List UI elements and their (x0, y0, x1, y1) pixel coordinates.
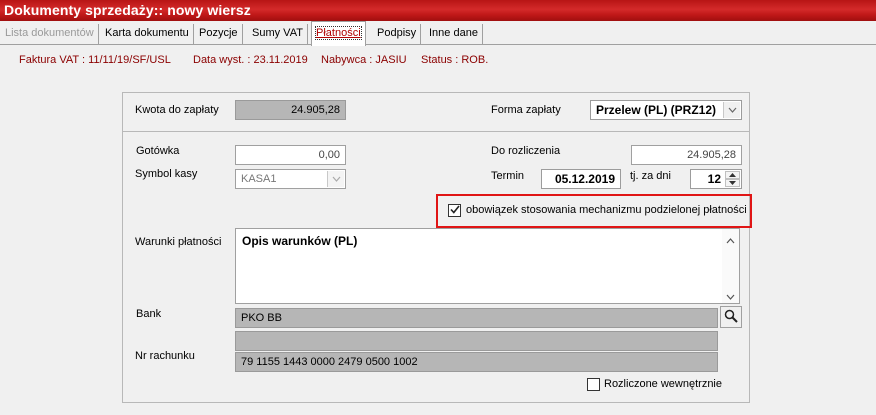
status: Status : ROB. (421, 54, 489, 66)
settle-label: Do rozliczenia (491, 145, 561, 157)
magnifier-icon (724, 309, 738, 326)
amount-field: 24.905,28 (235, 100, 346, 120)
bank-field-2 (235, 331, 718, 351)
account-field: 79 1155 1443 0000 2479 0500 1002 (235, 352, 718, 372)
payment-form-select[interactable]: Przelew (PL) (PRZ12) (590, 100, 742, 120)
checkmark-icon (449, 205, 460, 217)
terms-memo[interactable]: Opis warunków (PL) (235, 228, 740, 304)
split-payment-checkbox[interactable] (448, 204, 461, 217)
term-label: Termin (491, 170, 525, 182)
tab-pozycje[interactable]: Pozycje (195, 24, 243, 44)
cash-field[interactable]: 0,00 (235, 145, 346, 165)
account-label: Nr rachunku (135, 350, 195, 362)
payment-form-label: Forma zapłaty (491, 104, 561, 116)
tab-inne-dane[interactable]: Inne dane (425, 24, 483, 44)
tab-sumy-vat[interactable]: Sumy VAT (248, 24, 308, 44)
terms-text: Opis warunków (PL) (242, 234, 358, 248)
term-date-field[interactable]: 05.12.2019 (541, 169, 621, 189)
days-spinner[interactable]: 12 (690, 169, 742, 189)
cash-label: Gotówka (136, 145, 180, 157)
tab-platnosci[interactable]: Płatności (311, 21, 366, 46)
tab-lista-dokumentow[interactable]: Lista dokumentów (0, 24, 99, 44)
scroll-down-icon[interactable] (726, 291, 735, 303)
tab-karta-dokumentu[interactable]: Karta dokumentu (101, 24, 194, 44)
spin-down-icon[interactable] (725, 179, 740, 187)
days-label: tj. za dni (630, 170, 671, 182)
issue-date: Data wyst. : 23.11.2019 (193, 54, 308, 66)
spin-up-icon[interactable] (725, 171, 740, 179)
dropdown-arrow-icon[interactable] (327, 171, 344, 187)
panel-divider (123, 131, 749, 132)
tab-bar: Lista dokumentów Karta dokumentu Pozycje… (0, 21, 876, 46)
scroll-up-icon[interactable] (726, 235, 735, 247)
bank-search-button[interactable] (720, 306, 742, 328)
invoice-number: Faktura VAT : 11/11/19/SF/USL (19, 54, 171, 66)
split-payment-label[interactable]: obowiązek stosowania mechanizmu podzielo… (466, 204, 747, 216)
memo-scrollbar[interactable] (722, 229, 739, 303)
internal-settlement-checkbox[interactable] (587, 378, 600, 391)
bank-label: Bank (136, 308, 162, 320)
terms-label: Warunki płatności (135, 236, 222, 248)
cashbox-label: Symbol kasy (135, 168, 198, 180)
dropdown-arrow-icon[interactable] (723, 102, 740, 118)
bank-field: PKO BB (235, 308, 718, 328)
tab-podpisy[interactable]: Podpisy (373, 24, 422, 44)
internal-settlement-label[interactable]: Rozliczone wewnętrznie (604, 378, 722, 390)
window-title: Dokumenty sprzedaży:: nowy wiersz (0, 0, 876, 21)
amount-label: Kwota do zapłaty (135, 104, 219, 116)
cashbox-select[interactable]: KASA1 (235, 169, 346, 189)
buyer: Nabywca : JASIU (321, 54, 407, 66)
settle-field: 24.905,28 (631, 145, 742, 165)
